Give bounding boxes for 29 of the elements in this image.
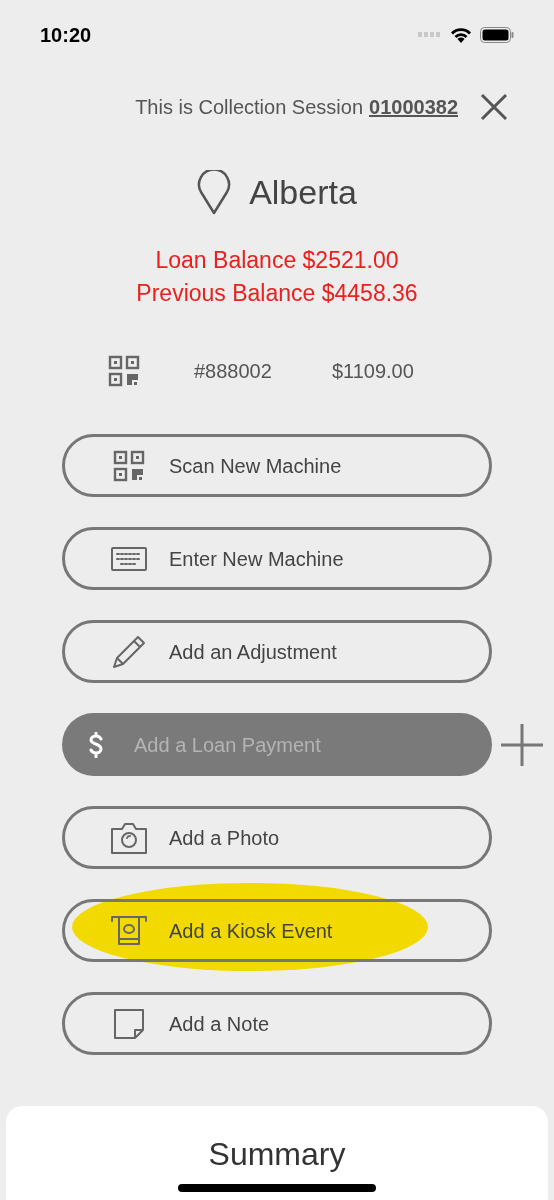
location-pin-icon	[197, 170, 232, 215]
machine-number: #888002	[194, 359, 272, 384]
note-icon	[113, 1007, 145, 1040]
summary-title: Summary	[208, 1135, 346, 1174]
location-name: Alberta	[249, 172, 357, 213]
session-label: This is Collection Session	[135, 95, 363, 120]
camera-icon	[111, 821, 147, 854]
status-time: 10:20	[40, 23, 92, 48]
action-button[interactable]: Add a Photo	[62, 806, 492, 869]
qr-code-icon	[108, 355, 140, 387]
action-button[interactable]: Add a Note	[62, 992, 492, 1055]
pencil-icon	[111, 633, 147, 670]
battery-icon	[480, 27, 514, 43]
session-number-link[interactable]: 01000382	[369, 92, 458, 122]
action-button[interactable]: Add a Kiosk Event	[62, 899, 492, 962]
balance-text: Loan Balance $2521.00	[155, 246, 399, 275]
action-button[interactable]: Scan New Machine	[62, 434, 492, 497]
signal-icon	[418, 32, 442, 38]
close-button[interactable]	[478, 91, 510, 123]
summary-sheet[interactable]: Summary	[6, 1106, 548, 1200]
dollar-icon	[88, 731, 104, 758]
keyboard-icon	[111, 546, 147, 571]
balance-text: Previous Balance $4458.36	[136, 279, 418, 308]
action-button[interactable]: Enter New Machine	[62, 527, 492, 590]
machine-amount: $1109.00	[331, 359, 414, 384]
wifi-icon	[450, 27, 472, 43]
qr-code-icon	[113, 449, 145, 482]
action-button[interactable]: Add an Adjustment	[62, 620, 492, 683]
kiosk-icon	[111, 915, 147, 946]
